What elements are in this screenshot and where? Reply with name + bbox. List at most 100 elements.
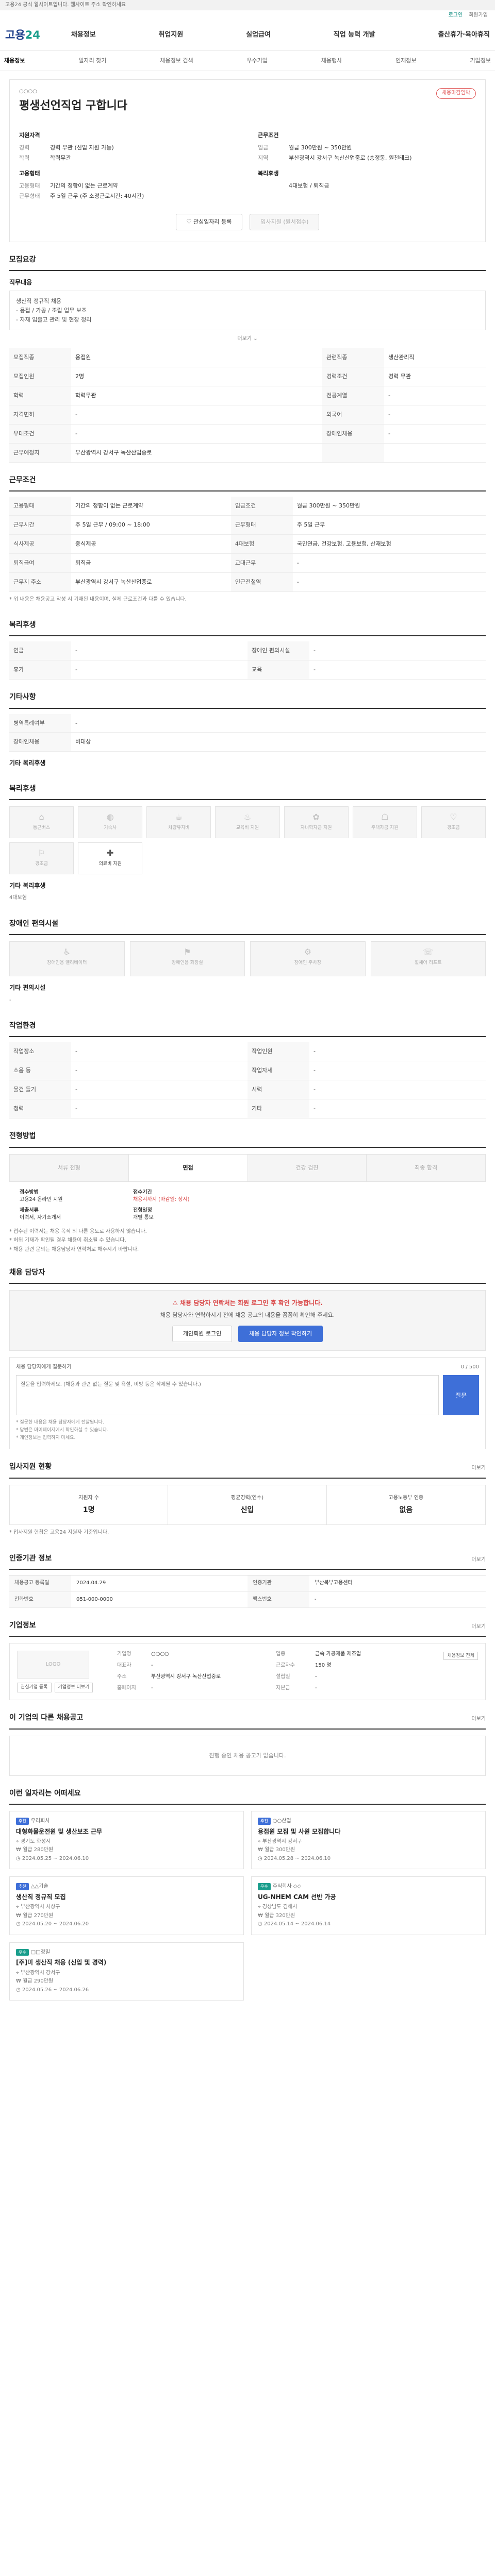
corp-follow-button[interactable]: 관심기업 등록 <box>17 1683 52 1693</box>
benefit-label: 차량유지비 <box>168 825 190 831</box>
benefit-icon: ⚐ <box>38 848 45 858</box>
recommend-card[interactable]: 우수 주식회사 ◇◇ UG-NHEM CAM 선반 가공 ⌖ 경상남도 김해시 ₩ 월급… <box>251 1876 486 1935</box>
gnb-item[interactable]: 실업급여 <box>246 30 271 40</box>
recommend-card[interactable]: 우수 □□정밀 [주]미 생산직 채용 (신입 및 경력) ⌖ 부산광역시 강서구 ₩ … <box>9 1942 244 2001</box>
stat-cell: 고용노동부 인증 없음 <box>327 1485 485 1525</box>
inquiry-note: * 답변은 마이페이지에서 확인하실 수 있습니다. <box>16 1428 108 1433</box>
recommend-title[interactable]: 대형화물운전원 및 생산보조 근무 <box>16 1827 237 1836</box>
benefit-label: 기숙사 <box>104 825 117 831</box>
heart-icon: ♡ <box>186 218 193 226</box>
subnav-item[interactable]: 채용정보 <box>4 57 25 65</box>
recommend-card[interactable]: 추천 우리회사 대형화물운전원 및 생산보조 근무 ⌖ 경기도 화성시 ₩ 월급 280… <box>9 1811 244 1870</box>
table-row: 퇴직급여 퇴직금 교대근무 - <box>9 553 486 573</box>
table-row: 고용형태 기간의 정함이 없는 근로계약 임금조건 월급 300만원 ~ 350만원 <box>9 496 486 516</box>
summary-key: 임금 <box>258 144 269 151</box>
disabled-icon-grid: ♿ 장애인용 엘리베이터 ⚑ 장애인용 화장실 ⚙ 장애인 주차장 ☏ 휠체어 리프트 <box>9 941 486 977</box>
gnb-item[interactable]: 취업지원 <box>159 30 184 40</box>
gnb-item[interactable]: 직업 능력 개발 <box>334 30 375 40</box>
process-step: 면접 <box>128 1154 248 1181</box>
recommend-card-head: 우수 주식회사 ◇◇ <box>258 1883 479 1891</box>
more-label: 더보기 <box>237 336 252 342</box>
company-name[interactable]: ○○○○ <box>19 88 127 96</box>
subnav-item[interactable]: 인재정보 <box>395 57 416 65</box>
recommend-pay: ₩ 월급 300만원 <box>258 1847 295 1853</box>
recommend-title[interactable]: UG-NHEM CAM 선반 가공 <box>258 1893 479 1902</box>
corp-detail-button[interactable]: 기업정보 더보기 <box>54 1683 93 1693</box>
gnb-item[interactable]: 채용정보 <box>71 30 96 40</box>
table-value: - <box>309 641 486 661</box>
welfare-item: ⌂ 통근버스 <box>9 806 74 839</box>
table-value: 생산관리직 <box>384 348 486 367</box>
agency-section-title: 인증기관 정보 <box>9 1554 52 1563</box>
table-value: 국민연금, 건강보험, 고용보험, 산재보험 <box>292 534 486 554</box>
corp-more-link[interactable]: 더보기 <box>471 1623 486 1631</box>
apply-button[interactable]: 입사지원 (원서접수) <box>250 214 320 230</box>
table-key: 관련직종 <box>322 348 385 367</box>
subnav-item[interactable]: 기업정보 <box>470 57 491 65</box>
recommend-card[interactable]: 추천 ○○산업 용접원 모집 및 사원 모집합니다 ⌖ 부산광역시 강서구 ₩ 월급 3… <box>251 1811 486 1870</box>
job-summary: ○○○○ 평생선언직업 구합니다 채용마감임박 지원자격 경력 경력 무관 (신입… <box>9 79 486 242</box>
contact-info-button[interactable]: 채용 담당자 정보 확인하기 <box>238 1325 323 1342</box>
gnb-menu: 채용정보 취업지원 실업급여 직업 능력 개발 출산휴가·육아휴직 <box>71 30 490 40</box>
welfare-etc-label: 기타 복리후생 <box>9 882 46 890</box>
save-job-button[interactable]: ♡ 관심일자리 등록 <box>175 214 243 230</box>
table-key: 장애인채용 <box>9 732 71 752</box>
table-key: 자격면허 <box>9 405 71 425</box>
inquiry-textarea[interactable] <box>16 1375 439 1416</box>
duty-line: 생산직 정규직 채용 <box>16 297 61 304</box>
benefit-icon: ⚙ <box>304 947 311 957</box>
subnav-item[interactable]: 채용정보 검색 <box>160 57 193 65</box>
corp-value: ○○○○ <box>151 1651 169 1657</box>
applicant-stats: 지원자 수 1명 평균경력(연수) 신입 고용노동부 인증 없음 <box>9 1484 486 1526</box>
table-key: 근무형태 <box>230 515 293 535</box>
process-info-key: 접수기간 <box>133 1189 152 1195</box>
table-value: - <box>384 424 486 444</box>
member-login-button[interactable]: 개인회원 로그인 <box>172 1325 233 1342</box>
benefit-icon: ✚ <box>107 848 114 858</box>
table-value: 주 5일 근무 / 09:00 ~ 18:00 <box>71 515 231 535</box>
corp-card: LOGO 관심기업 등록 기업정보 더보기 기업명 ○○○○ 업종 금속 가공제품 제… <box>9 1643 486 1701</box>
table-value: - <box>71 1042 248 1062</box>
other-section-header: 이 기업의 다른 채용공고 더보기 <box>9 1700 486 1730</box>
table-value: 중식제공 <box>71 534 231 554</box>
contact-warning-text: 채용 담당자 연락처는 회원 로그인 후 확인 가능합니다. <box>180 1299 323 1307</box>
table-key <box>322 443 385 463</box>
stats-more-link[interactable]: 더보기 <box>471 1465 486 1472</box>
recommend-period: ◷ 2024.05.25 ~ 2024.06.10 <box>16 1855 89 1861</box>
table-value: 2명 <box>71 367 323 386</box>
corp-key: 업종 <box>276 1651 286 1657</box>
gnb-item[interactable]: 출산휴가·육아휴직 <box>438 30 490 40</box>
save-job-label: 관심일자리 등록 <box>193 218 232 226</box>
summary-row: 임금 월급 300만원 ~ 350만원 <box>258 143 476 153</box>
table-value: - <box>71 714 486 733</box>
facility-item: ☏ 휠체어 리프트 <box>370 941 486 977</box>
recommend-location: ⌖ 부산광역시 사상구 <box>16 1904 60 1910</box>
agency-more-link[interactable]: 더보기 <box>471 1556 486 1564</box>
benefit-icon: ♡ <box>450 812 457 822</box>
subnav-item[interactable]: 채용행사 <box>321 57 342 65</box>
site-logo[interactable]: 고용24 <box>5 27 40 43</box>
recommend-company: △△기술 <box>30 1884 48 1890</box>
process-info-value: 채용시까지 (마감일: 상시) <box>133 1197 190 1203</box>
welfare-item: ⚐ 경조금 <box>9 842 74 875</box>
recommend-tag: 우수 <box>16 1948 29 1956</box>
facility-item: ♿ 장애인용 엘리베이터 <box>9 941 125 977</box>
signup-link[interactable]: 회원가입 <box>469 12 488 20</box>
recommend-title[interactable]: [주]미 생산직 채용 (신입 및 경력) <box>16 1958 237 1967</box>
contact-desc: 채용 담당자와 연락하시기 전에 채용 공고의 내용을 꼼꼼히 확인해 주세요. <box>160 1311 335 1318</box>
login-link[interactable]: 로그인 <box>449 12 463 20</box>
more-toggle[interactable]: 더보기 ⌄ <box>9 335 486 343</box>
corp-all-jobs-button[interactable]: 채용정보 전체 <box>443 1652 478 1660</box>
env-table: 작업장소 - 작업인원 - 소음 등 - 작업자세 - 물건 들기 - 시력 - 청력 - 기타 - <box>9 1042 486 1119</box>
summary-value: 4대보험 / 퇴직금 <box>289 182 329 190</box>
recommend-title[interactable]: 생산직 정규직 모집 <box>16 1893 237 1902</box>
inquiry-submit-button[interactable]: 질문 <box>443 1375 479 1416</box>
subnav-item[interactable]: 우수기업 <box>246 57 267 65</box>
recommend-card[interactable]: 추천 △△기술 생산직 정규직 모집 ⌖ 부산광역시 사상구 ₩ 월급 270만원 ◷ 2… <box>9 1876 244 1935</box>
table-row: 자격면허 - 외국어 - <box>9 405 486 425</box>
subnav-item[interactable]: 일자리 찾기 <box>78 57 106 65</box>
other-more-link[interactable]: 더보기 <box>471 1716 486 1723</box>
table-row: 작업장소 - 작업인원 - <box>9 1042 486 1062</box>
recommend-title[interactable]: 용접원 모집 및 사원 모집합니다 <box>258 1827 479 1836</box>
benefit-label: 경조금 <box>447 825 460 831</box>
